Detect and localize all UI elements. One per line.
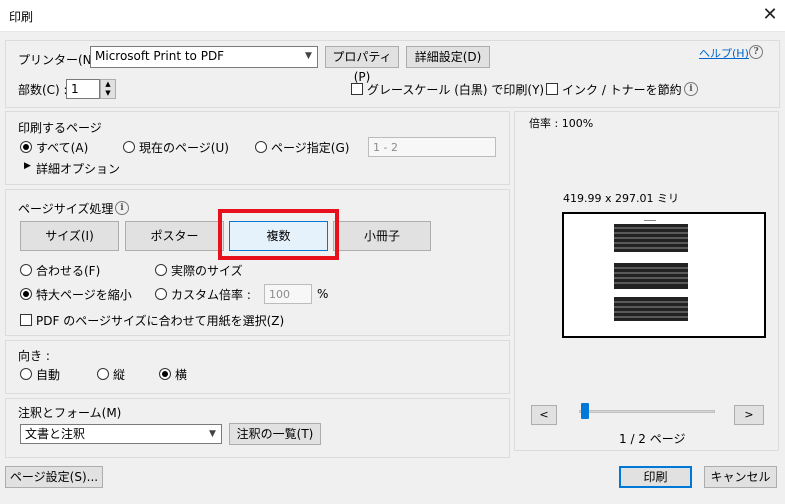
more-options-label[interactable]: 詳細オプション (36, 160, 120, 177)
triangle-right-icon[interactable]: ▶ (24, 161, 31, 171)
orientation-heading: 向き : (18, 349, 50, 363)
print-button[interactable]: 印刷 (619, 466, 692, 488)
fit-label: 合わせる(F) (36, 264, 101, 278)
orientation-portrait-label: 縦 (113, 368, 126, 382)
close-icon[interactable]: ✕ (758, 3, 782, 27)
pages-range-radio[interactable] (255, 141, 267, 153)
advanced-button[interactable]: 詳細設定(D) (406, 46, 490, 68)
orientation-auto-label: 自動 (36, 368, 61, 382)
info-icon[interactable]: i (684, 82, 698, 96)
custom-scale-radio[interactable] (155, 288, 167, 300)
actual-size-label: 実際のサイズ (171, 264, 243, 278)
page-thumbnail (614, 220, 688, 321)
percent-label: % (317, 287, 329, 301)
printer-select-value: Microsoft Print to PDF (95, 49, 225, 63)
pages-all-label: すべて(A) (36, 141, 89, 155)
orientation-landscape-radio[interactable] (159, 368, 171, 380)
page-setup-button[interactable]: ページ設定(S)... (5, 466, 103, 488)
pages-range-input[interactable]: 1 - 2 (368, 137, 496, 157)
info-icon[interactable]: i (115, 201, 129, 215)
copies-label: 部数(C) : (18, 83, 68, 97)
help-link[interactable]: ヘルプ(H) (699, 45, 749, 61)
orientation-portrait-radio[interactable] (97, 368, 109, 380)
grayscale-label: グレースケール (白黒) で印刷(Y) (367, 83, 545, 97)
copies-input[interactable]: 1 (66, 79, 100, 99)
printer-select[interactable]: Microsoft Print to PDF ▼ (90, 46, 318, 68)
preview-dimensions: 419.99 x 297.01 ミリ (563, 192, 679, 205)
mode-booklet-button[interactable]: 小冊子 (333, 221, 431, 251)
pages-current-label: 現在のページ(U) (139, 141, 229, 155)
preview-next-button[interactable]: > (734, 405, 764, 425)
chevron-down-icon: ▼ (209, 429, 216, 439)
comments-heading: 注釈とフォーム(M) (18, 406, 122, 420)
shrink-radio[interactable] (20, 288, 32, 300)
preview-slider-thumb[interactable] (580, 403, 589, 419)
copies-stepper[interactable]: ▲ ▼ (100, 79, 116, 99)
help-icon[interactable]: ? (749, 45, 763, 59)
title-bar (0, 0, 785, 32)
save-ink-label: インク / トナーを節約 (562, 83, 682, 97)
orientation-landscape-label: 横 (175, 368, 188, 382)
chevron-down-icon: ▼ (305, 51, 312, 61)
save-ink-checkbox[interactable] (546, 83, 558, 95)
shrink-label: 特大ページを縮小 (36, 288, 132, 302)
preview-prev-button[interactable]: < (531, 405, 557, 425)
orientation-panel (5, 340, 510, 394)
preview-slider-track[interactable] (579, 410, 715, 413)
preview-scale: 倍率 : 100% (529, 117, 594, 130)
comments-select-value: 文書と注釈 (25, 427, 86, 441)
comments-summary-button[interactable]: 注釈の一覧(T) (229, 423, 321, 445)
mode-poster-button[interactable]: ポスター (125, 221, 224, 251)
properties-button[interactable]: プロパティ(P) (325, 46, 399, 84)
window-title: 印刷 (9, 10, 34, 24)
orientation-auto-radio[interactable] (20, 368, 32, 380)
pages-current-radio[interactable] (123, 141, 135, 153)
custom-scale-input[interactable]: 100 (264, 284, 312, 304)
actual-size-radio[interactable] (155, 264, 167, 276)
page-preview (562, 212, 766, 338)
custom-scale-label: カスタム倍率 : (171, 288, 251, 302)
cancel-button[interactable]: キャンセル (704, 466, 777, 488)
grayscale-checkbox[interactable] (351, 83, 363, 95)
pdf-paper-checkbox[interactable] (20, 314, 32, 326)
pages-heading: 印刷するページ (18, 121, 102, 135)
mode-size-button[interactable]: サイズ(I) (20, 221, 119, 251)
comments-select[interactable]: 文書と注釈 ▼ (20, 424, 222, 444)
highlight-box (218, 209, 339, 260)
sizing-heading: ページサイズ処理 (18, 202, 114, 216)
preview-page-indicator: 1 / 2 ページ (619, 432, 686, 446)
pdf-paper-label: PDF のページサイズに合わせて用紙を選択(Z) (36, 314, 285, 328)
fit-radio[interactable] (20, 264, 32, 276)
pages-range-label: ページ指定(G) (271, 141, 350, 155)
pages-all-radio[interactable] (20, 141, 32, 153)
